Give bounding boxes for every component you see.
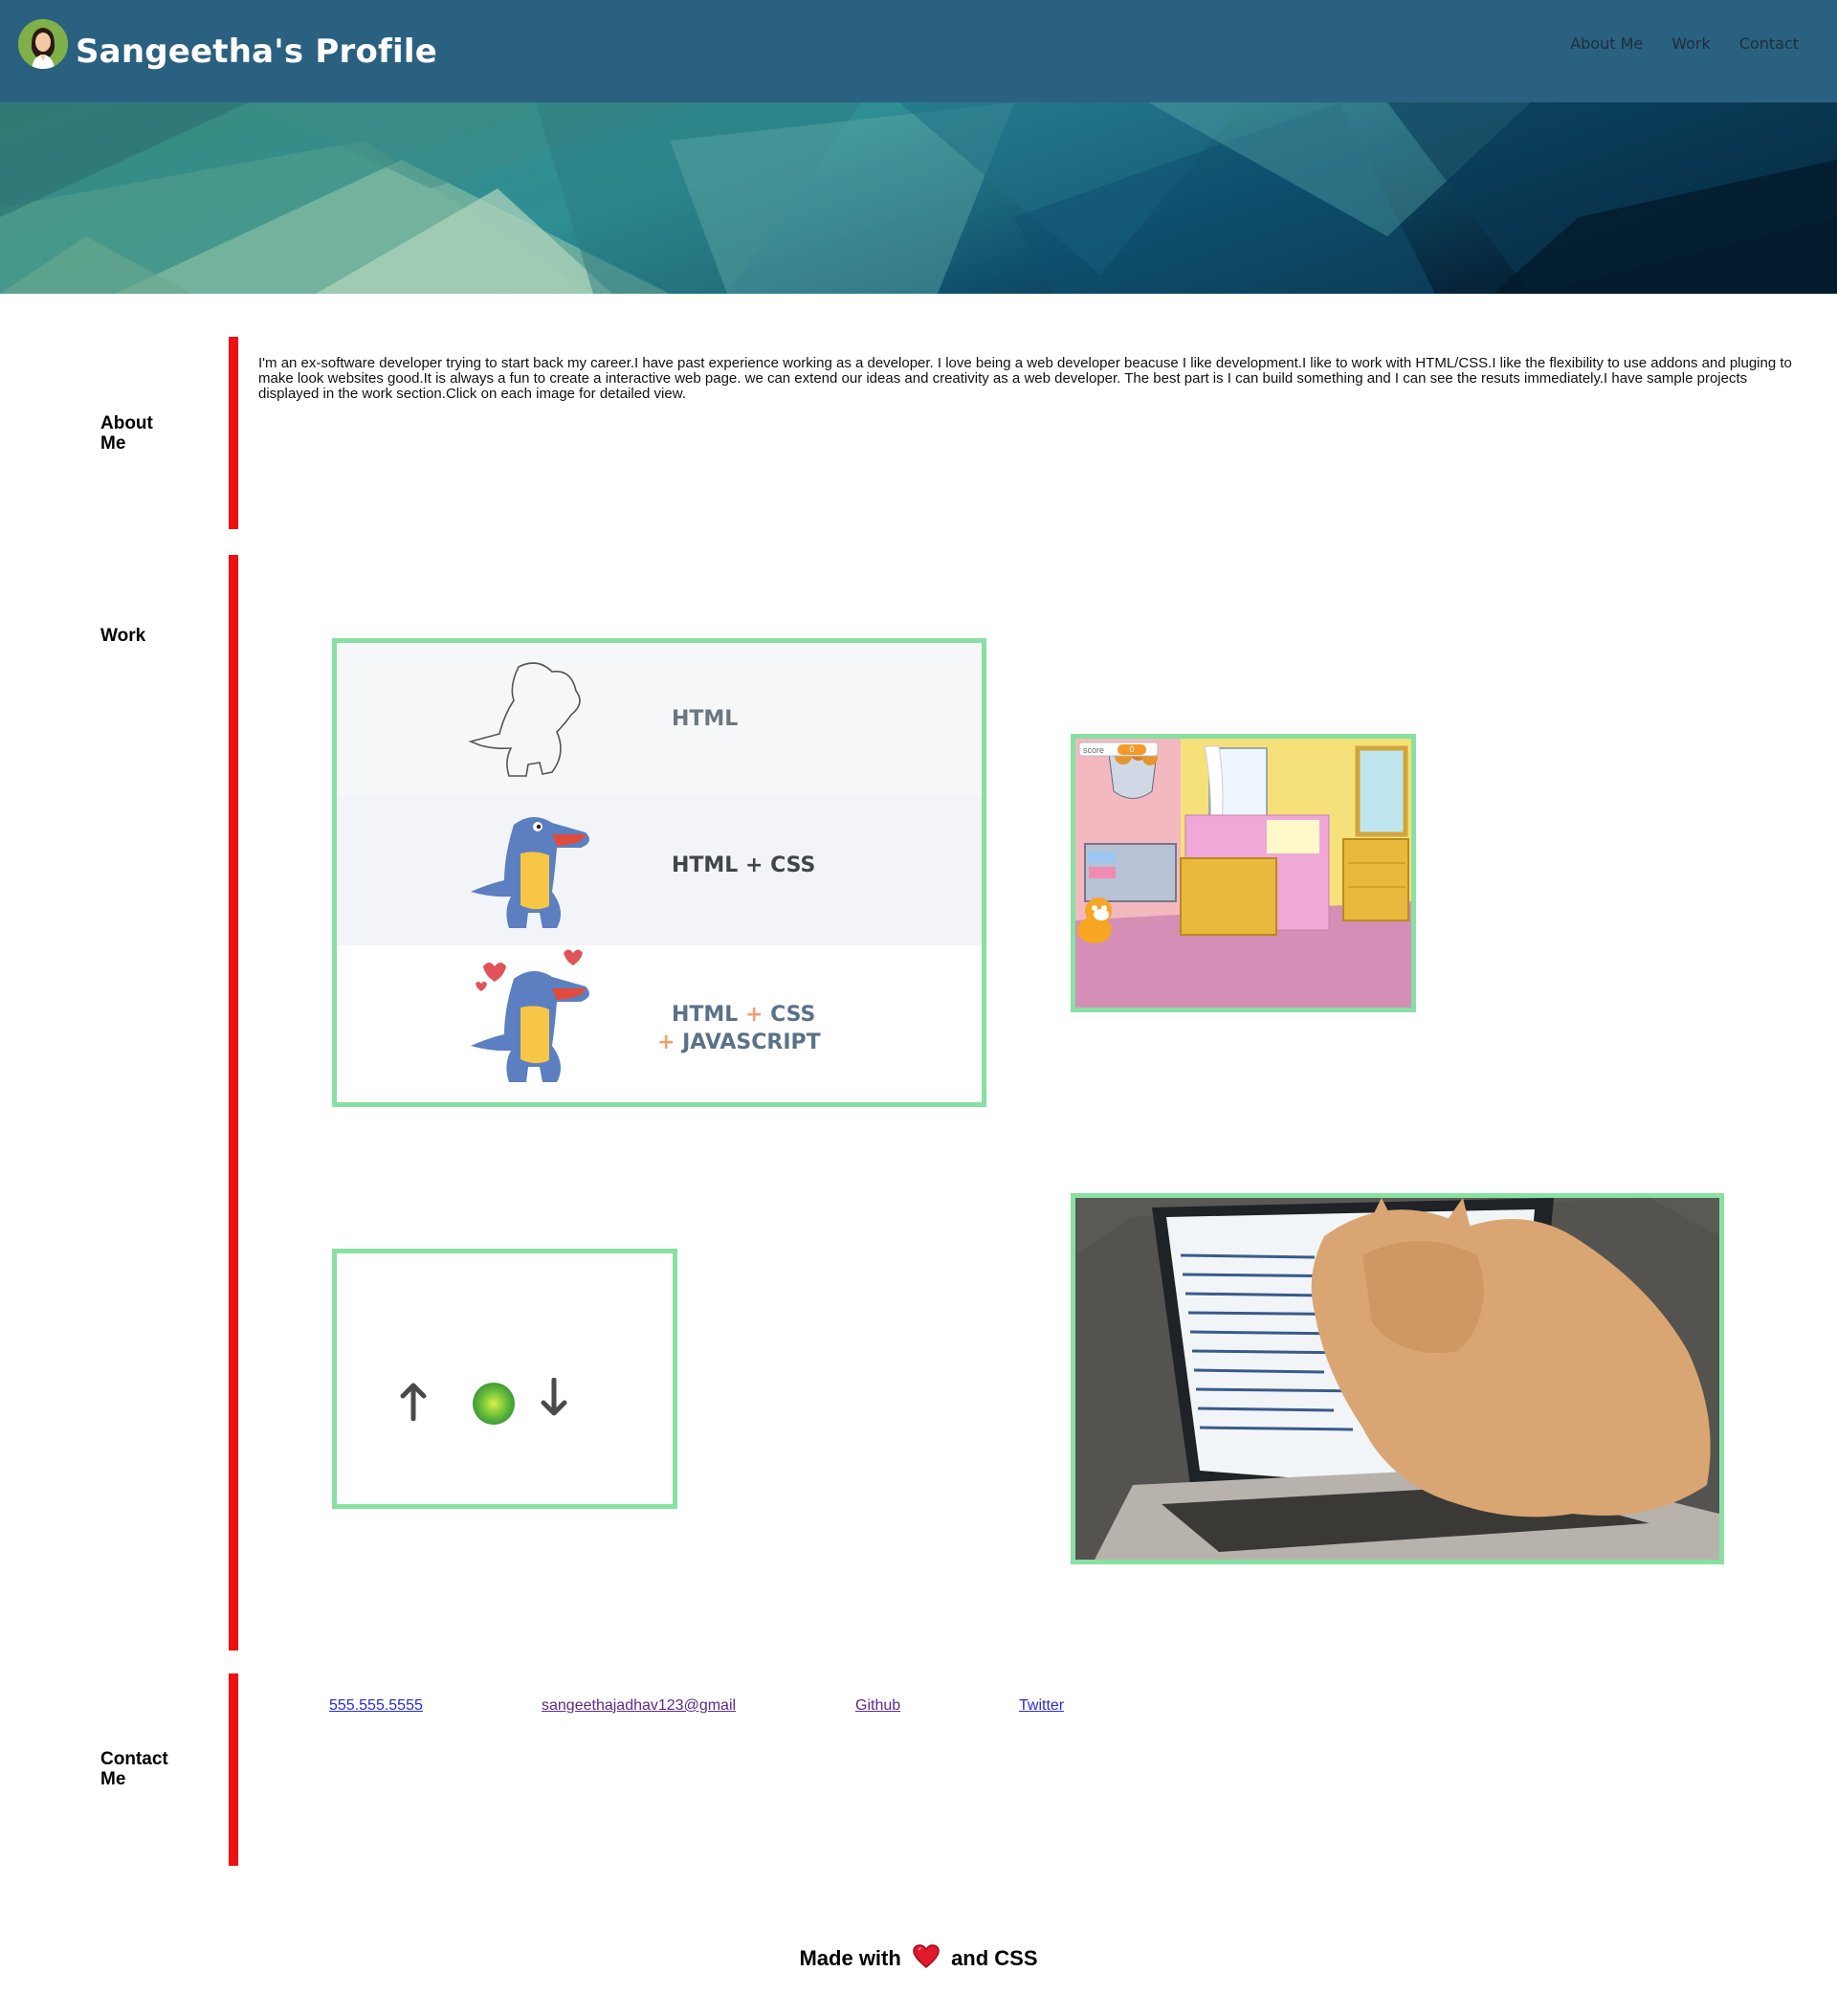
- project-cat-laptop[interactable]: [1071, 1193, 1724, 1564]
- row-html-css-js: HTML + CSS + JAVASCRIPT: [337, 945, 982, 1102]
- site-title: Sangeetha's Profile: [76, 33, 437, 71]
- gator-love-icon: [471, 949, 589, 1082]
- nav-contact[interactable]: Contact: [1739, 34, 1799, 53]
- twitter-link[interactable]: Twitter: [1019, 1697, 1064, 1715]
- arrow-down-icon: [541, 1378, 567, 1416]
- project-arrow-game[interactable]: [332, 1249, 677, 1509]
- row-html-css-js-label-line2: + JAVASCRIPT: [657, 1030, 821, 1054]
- avatar: [18, 19, 68, 69]
- contact-heading: Contact Me: [100, 1749, 168, 1789]
- score-label: score: [1083, 745, 1105, 755]
- work-heading: Work: [100, 626, 146, 646]
- row-html-css-label: HTML + CSS: [672, 853, 816, 877]
- project-html-css-js[interactable]: HTML HTML + CSS HTML + CSS + JAVASCRIPT: [332, 638, 986, 1107]
- nav-work[interactable]: Work: [1671, 34, 1711, 53]
- work-accent-bar: [229, 555, 238, 1650]
- hero-banner: [0, 102, 1837, 294]
- github-link[interactable]: Github: [855, 1697, 900, 1715]
- cat-on-laptop-image: [1075, 1198, 1719, 1560]
- project-scratch-game[interactable]: score 0: [1071, 734, 1416, 1012]
- nav-about-me[interactable]: About Me: [1570, 34, 1643, 53]
- arrow-up-icon: [400, 1383, 427, 1421]
- row-html-label: HTML: [672, 707, 739, 731]
- about-heading: About Me: [100, 413, 153, 454]
- about-accent-bar: [229, 337, 238, 529]
- bedroom-scene: [1075, 739, 1411, 1008]
- score-value: 0: [1118, 744, 1146, 755]
- heart-icon: [913, 1944, 940, 1968]
- site-header: Sangeetha's Profile About Me Work Contac…: [0, 0, 1837, 102]
- phone-link[interactable]: 555.555.5555: [329, 1697, 423, 1715]
- contact-accent-bar: [229, 1673, 238, 1866]
- footer-made-with: Made with: [799, 1946, 901, 1970]
- footer-and-css: and CSS: [951, 1946, 1038, 1970]
- main-nav: About Me Work Contact: [1570, 34, 1799, 53]
- email-link[interactable]: sangeethajadhav123@gmail: [542, 1697, 736, 1715]
- row-html: HTML: [337, 643, 982, 796]
- footer: Made with and CSS: [0, 1944, 1837, 1971]
- row-html-css-js-label-line1: HTML + CSS: [672, 1003, 816, 1027]
- about-text: I'm an ex-software developer trying to s…: [258, 355, 1792, 402]
- green-ball-icon: [473, 1383, 515, 1425]
- row-html-css: HTML + CSS: [337, 796, 982, 945]
- gator-icon: [471, 816, 589, 928]
- gator-outline-icon: [468, 662, 581, 777]
